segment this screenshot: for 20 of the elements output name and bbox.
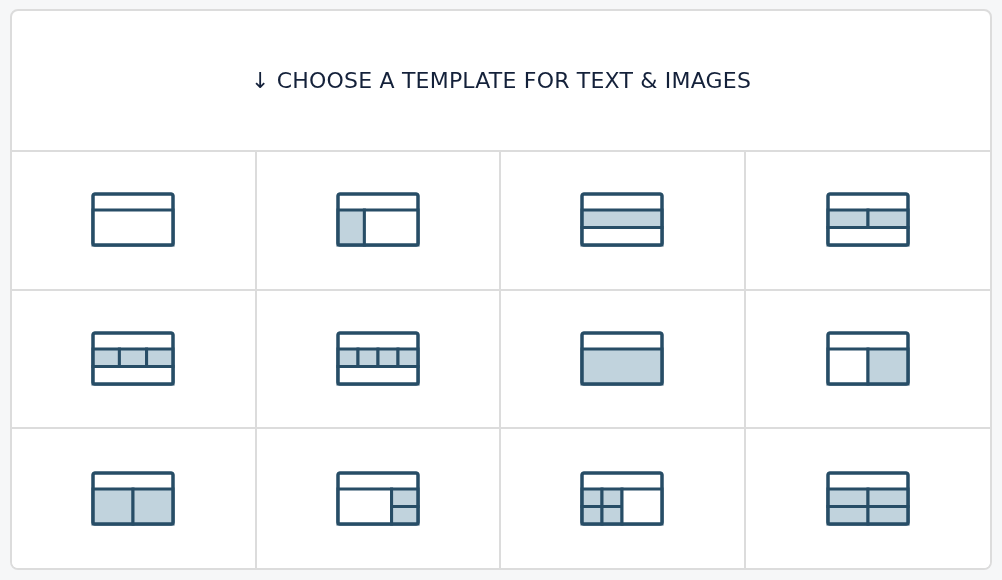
template-option[interactable] xyxy=(12,152,257,291)
layout-icon xyxy=(580,470,665,527)
layout-icon xyxy=(335,331,420,387)
template-option[interactable] xyxy=(12,290,257,430)
template-option[interactable] xyxy=(501,152,746,291)
layout-icon xyxy=(825,470,910,527)
layout-icon xyxy=(335,192,420,249)
layout-icon xyxy=(335,470,420,527)
layout-icon xyxy=(825,192,910,249)
template-option[interactable] xyxy=(256,290,501,430)
layout-icon xyxy=(580,331,665,387)
template-option[interactable] xyxy=(12,429,257,568)
template-option[interactable] xyxy=(501,290,746,430)
template-option[interactable] xyxy=(256,152,501,291)
layout-icon xyxy=(825,331,910,387)
layout-icon xyxy=(580,192,665,249)
layout-icon xyxy=(91,331,176,387)
layout-icon xyxy=(91,192,176,249)
panel-heading: ↓ CHOOSE A TEMPLATE FOR TEXT & IMAGES xyxy=(250,68,752,93)
layout-icon xyxy=(91,470,176,527)
